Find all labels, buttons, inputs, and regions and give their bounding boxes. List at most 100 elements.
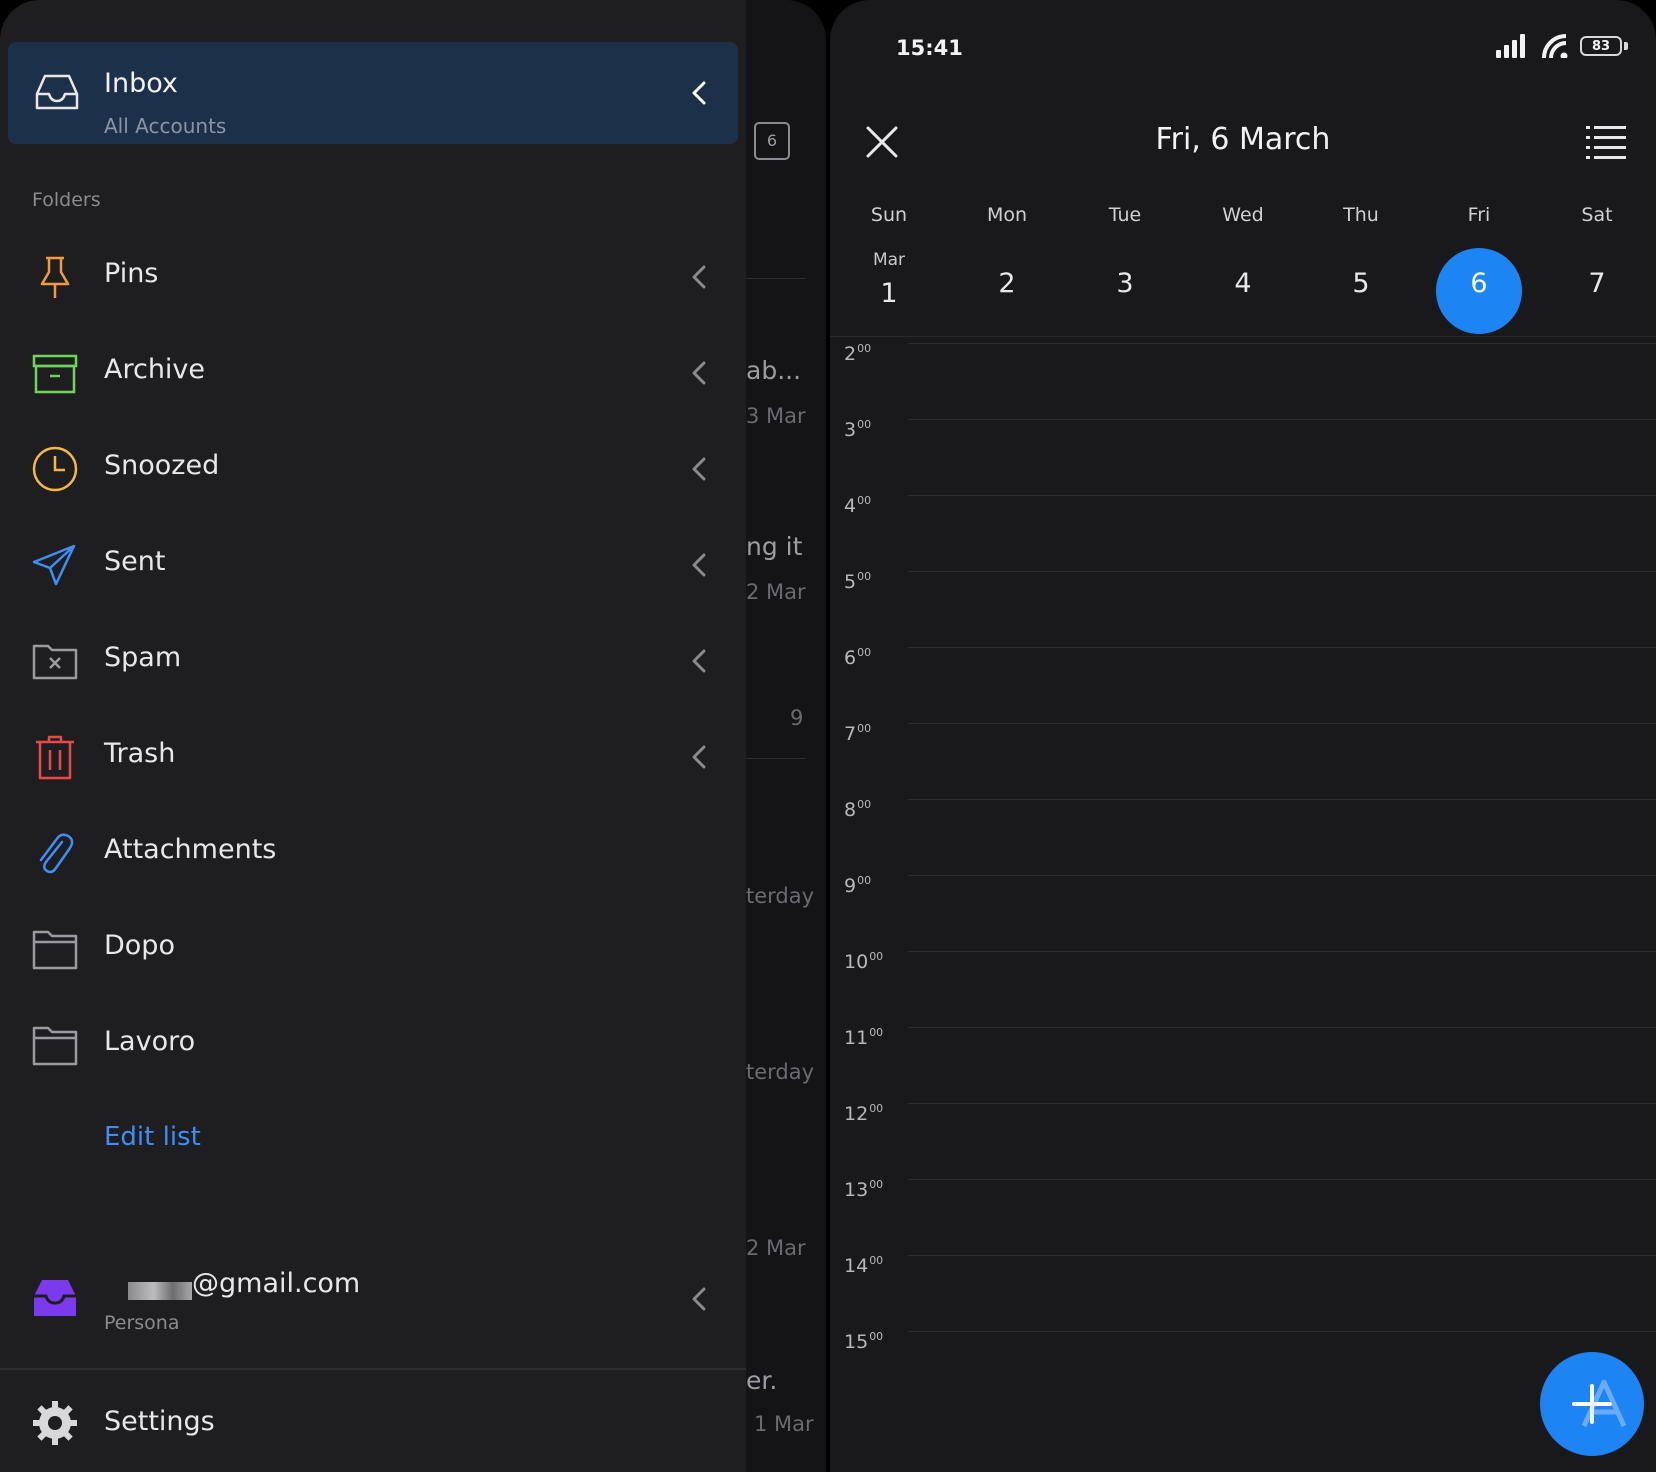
folder-item-archive[interactable]: Archive [0,324,746,420]
status-bar-time: 15:41 [896,36,963,60]
message-count: 9 [790,706,804,730]
hour-label: 1300 [844,1178,883,1201]
chevron-left-icon[interactable] [688,262,710,292]
hour-label: 400 [844,494,871,517]
hour-minutes: 00 [869,1254,884,1267]
message-date: 3 Mar [746,404,806,428]
hour-gridline [908,1331,1656,1332]
hour-label: 700 [844,722,871,745]
hour-label: 1000 [844,950,883,973]
hour-minutes: 00 [869,1026,884,1039]
signal-icon [1496,34,1525,58]
hour-number: 8 [844,799,857,821]
chevron-left-icon[interactable] [688,742,710,772]
hour-minutes: 00 [857,570,872,583]
hour-label: 300 [844,418,871,441]
message-snippet: er. [746,1366,778,1395]
hour-minutes: 00 [869,1330,884,1343]
weekday-label: Sun [870,204,908,226]
account-item[interactable]: @gmail.com Persona [0,1248,746,1344]
hour-gridline [908,799,1656,800]
hour-minutes: 00 [869,1102,884,1115]
hour-minutes: 00 [857,418,872,431]
folder-item-sent[interactable]: Sent [0,516,746,612]
folder-item-attachments[interactable]: Attachments [0,804,746,900]
list-view-icon[interactable] [1586,124,1626,160]
folder-item-spam[interactable]: Spam [0,612,746,708]
folder-item-snoozed[interactable]: Snoozed [0,420,746,516]
hour-minutes: 00 [857,342,872,355]
weekday-label: Sat [1581,204,1613,226]
day-number[interactable]: 6 [1420,268,1538,299]
day-number[interactable]: 1 [830,278,948,309]
day-number[interactable]: 5 [1302,268,1420,299]
hour-minutes: 00 [857,722,872,735]
trash-icon [36,735,74,780]
hour-gridline [908,647,1656,648]
message-date: 1 Mar [754,1412,814,1436]
day-number[interactable]: 2 [948,268,1066,299]
day-number[interactable]: 4 [1184,268,1302,299]
folder-label: Sent [104,546,166,577]
chevron-left-icon[interactable] [688,550,710,580]
calendar-screen: 15:41 83 Fri, 6 March Sun Mar 1 Mon 2 Tue 3 Wed… [830,0,1656,1472]
calendar-date-title[interactable]: Fri, 6 March [830,122,1656,157]
folder-label: Trash [104,738,176,769]
folder-label: Pins [104,258,159,289]
hour-minutes: 00 [857,874,872,887]
edit-list-link[interactable]: Edit list [104,1122,201,1152]
hour-minutes: 00 [857,494,872,507]
folder-label: Spam [104,642,182,673]
chevron-left-icon[interactable] [688,78,710,108]
account-type: Persona [104,1312,180,1334]
message-date: terday [746,884,815,908]
hour-label: 800 [844,798,871,821]
hour-number: 10 [844,951,869,973]
month-marker: Mar [872,250,906,270]
account-email: @gmail.com [192,1268,361,1299]
chevron-left-icon[interactable] [688,646,710,676]
hour-gridline [908,419,1656,420]
redacted-username [128,1282,192,1300]
spam-folder-icon [32,644,78,680]
weekday-label: Fri [1467,204,1491,226]
divider [746,758,806,759]
weekday-label: Tue [1108,204,1142,226]
hour-number: 6 [844,647,857,669]
folder-item-pins[interactable]: Pins [0,228,746,324]
settings-item[interactable]: Settings [0,1370,746,1472]
hour-gridline [908,875,1656,876]
message-date: 2 Mar [746,580,806,604]
account-inbox-icon [34,1280,76,1316]
chevron-left-icon[interactable] [688,1284,710,1314]
hour-number: 14 [844,1255,869,1277]
hour-gridline [908,1255,1656,1256]
hour-number: 2 [844,343,857,365]
hour-number: 15 [844,1331,869,1353]
status-bar-icons: 83 [1496,30,1636,64]
hour-label: 500 [844,570,871,593]
hour-number: 3 [844,419,857,441]
day-number[interactable]: 7 [1538,268,1656,299]
folder-label: Dopo [104,930,175,961]
hour-label: 900 [844,874,871,897]
chevron-left-icon[interactable] [688,358,710,388]
hour-minutes: 00 [857,646,872,659]
hour-number: 9 [844,875,857,897]
hour-minutes: 00 [857,798,872,811]
inbox-subtitle: All Accounts [104,114,227,138]
paperclip-icon [39,833,74,874]
folder-item-dopo[interactable]: Dopo [0,900,746,996]
folder-item-trash[interactable]: Trash [0,708,746,804]
hour-label: 1200 [844,1102,883,1125]
calendar-day-icon[interactable]: 6 [754,122,790,160]
hour-label: 600 [844,646,871,669]
folder-item-lavoro[interactable]: Lavoro [0,996,746,1092]
wifi-icon [1542,34,1568,58]
day-number[interactable]: 3 [1066,268,1184,299]
inbox-all-accounts-item[interactable]: Inbox All Accounts [8,42,738,144]
folder-drawer: Inbox All Accounts Folders Pins Archive [0,0,746,1472]
message-snippet: ab... [746,356,802,385]
chevron-left-icon[interactable] [688,454,710,484]
hour-number: 5 [844,571,857,593]
